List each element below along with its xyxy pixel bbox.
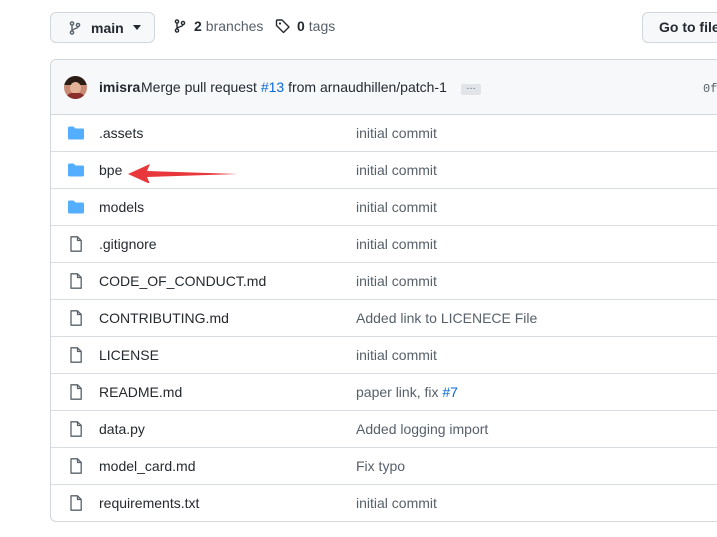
commit-message-text: initial commit <box>356 273 437 289</box>
file-icon <box>67 495 85 511</box>
file-row[interactable]: CONTRIBUTING.md Added link to LICENECE Fi… <box>51 300 717 337</box>
branch-name: main <box>91 19 124 36</box>
commit-sha[interactable]: 0f <box>703 82 717 96</box>
file-name-link[interactable]: data.py <box>99 421 145 437</box>
branches-label: branches <box>205 18 264 34</box>
file-name-link[interactable]: .assets <box>99 125 143 141</box>
file-name-link[interactable]: CONTRIBUTING.md <box>99 310 229 326</box>
file-name-link[interactable]: README.md <box>99 384 182 400</box>
commit-message-text: initial commit <box>356 199 437 215</box>
file-icon <box>67 273 85 289</box>
commit-message-text: initial commit <box>356 125 437 141</box>
commit-message-link[interactable]: initial commit <box>356 125 437 141</box>
commit-message-link[interactable]: initial commit <box>356 273 437 289</box>
tags-link[interactable]: 0 tags <box>275 18 335 34</box>
latest-commit-bar: imisra Merge pull request #13 from arnau… <box>51 60 717 115</box>
commit-message-link[interactable]: Added logging import <box>356 421 488 437</box>
commit-message-text: Added logging import <box>356 421 489 437</box>
commit-message-text: paper link, fix <box>356 384 439 400</box>
pull-request-link[interactable]: #13 <box>261 79 284 95</box>
go-to-file-button[interactable]: Go to file <box>642 12 717 43</box>
folder-icon <box>67 162 85 178</box>
file-name-link[interactable]: model_card.md <box>99 458 196 474</box>
file-icon <box>67 310 85 326</box>
commit-message-link[interactable]: initial commit <box>356 162 437 178</box>
commit-message-link[interactable]: Added link to LICENECE File <box>356 310 537 326</box>
commit-message-link[interactable]: initial commit <box>356 236 437 252</box>
folder-icon <box>67 125 85 141</box>
file-name-link[interactable]: bpe <box>99 162 122 178</box>
commit-message-text: initial commit <box>356 495 437 511</box>
file-row[interactable]: CODE_OF_CONDUCT.md initial commit <box>51 263 717 300</box>
file-browser: imisra Merge pull request #13 from arnau… <box>50 59 717 522</box>
chevron-down-icon <box>132 25 141 30</box>
branch-select-button[interactable]: main <box>50 12 155 43</box>
file-row[interactable]: .gitignore initial commit <box>51 226 717 263</box>
commit-message-prefix: Merge pull request <box>141 79 257 95</box>
git-branch-icon <box>69 20 81 35</box>
issue-link[interactable]: #7 <box>442 384 458 400</box>
commit-message-link[interactable]: Fix typo <box>356 458 405 474</box>
file-row[interactable]: models initial commit <box>51 189 717 226</box>
tag-icon <box>275 19 290 34</box>
commit-message-suffix: from arnaudhillen/patch-1 <box>288 79 447 95</box>
file-name-link[interactable]: .gitignore <box>99 236 157 252</box>
file-name-link[interactable]: requirements.txt <box>99 495 199 511</box>
folder-icon <box>67 199 85 215</box>
commit-message-link[interactable]: initial commit <box>356 495 437 511</box>
commit-message-text: Fix typo <box>356 458 406 474</box>
git-branch-icon <box>174 19 186 33</box>
commit-message-link[interactable]: initial commit <box>356 347 437 363</box>
file-icon <box>67 347 85 363</box>
annotation-arrow <box>128 164 238 183</box>
file-icon <box>67 458 85 474</box>
file-row[interactable]: LICENSE initial commit <box>51 337 717 374</box>
expand-commit-button[interactable]: … <box>461 82 481 95</box>
commit-message: Merge pull request #13 from arnaudhillen… <box>141 79 447 95</box>
branches-link[interactable]: 2 branches <box>172 18 263 34</box>
avatar[interactable] <box>64 76 87 99</box>
branches-count: 2 <box>194 18 202 34</box>
file-icon <box>67 421 85 437</box>
repo-toolbar: main 2 branches 0 tags Go to file <box>0 12 717 43</box>
file-icon <box>67 384 85 400</box>
commit-message-text: Added link to LICENECE File <box>356 310 538 326</box>
tags-count: 0 <box>297 18 305 34</box>
file-row[interactable]: data.py Added logging import <box>51 411 717 448</box>
file-name-link[interactable]: models <box>99 199 144 215</box>
commit-message-text: initial commit <box>356 347 437 363</box>
commit-message-text: initial commit <box>356 162 437 178</box>
file-name-link[interactable]: LICENSE <box>99 347 159 363</box>
commit-message-link[interactable]: initial commit <box>356 199 437 215</box>
file-row[interactable]: README.md paper link, fix #7 <box>51 374 717 411</box>
file-name-link[interactable]: CODE_OF_CONDUCT.md <box>99 273 266 289</box>
file-icon <box>67 236 85 252</box>
file-row[interactable]: .assets initial commit <box>51 115 717 152</box>
file-row[interactable]: model_card.md Fix typo <box>51 448 717 485</box>
tags-label: tags <box>308 18 336 34</box>
commit-message-text: initial commit <box>356 236 437 252</box>
commit-message-link[interactable]: paper link, fix #7 <box>356 384 458 400</box>
commit-author[interactable]: imisra <box>99 79 140 95</box>
file-row[interactable]: requirements.txt initial commit <box>51 485 717 521</box>
